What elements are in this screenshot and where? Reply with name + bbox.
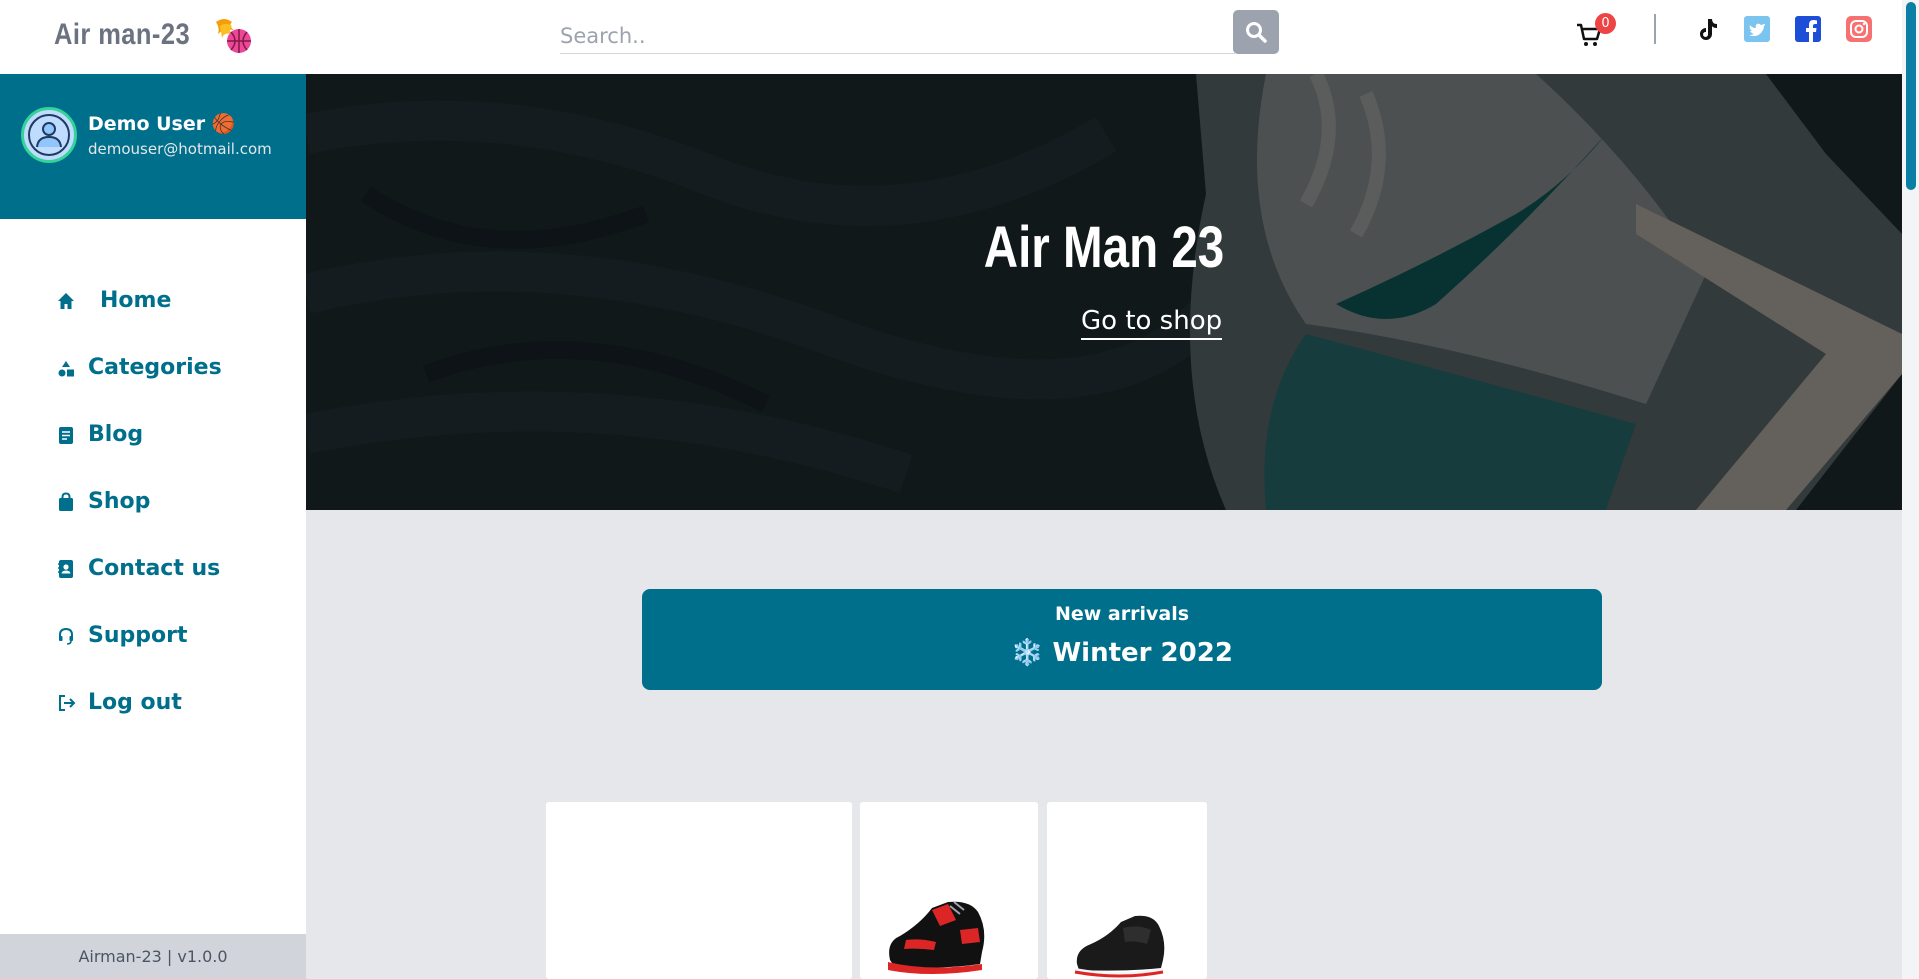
instagram-icon[interactable] bbox=[1846, 16, 1872, 42]
sidebar-item-categories[interactable]: Categories bbox=[0, 335, 306, 402]
blog-icon bbox=[59, 427, 73, 444]
sidebar-item-label: Home bbox=[100, 288, 172, 313]
product-card[interactable] bbox=[860, 802, 1038, 979]
sidebar-item-label: Support bbox=[88, 623, 188, 648]
user-name: Demo User 🏀 bbox=[88, 113, 236, 135]
arrivals-subtitle: New arrivals bbox=[1054, 603, 1190, 625]
product-card[interactable] bbox=[1047, 802, 1207, 979]
twitter-icon[interactable] bbox=[1744, 16, 1770, 42]
brand-name: Air man-23 bbox=[54, 18, 191, 51]
sidebar-nav: Home Categories Blog Shop Contact us Sup… bbox=[0, 268, 306, 737]
sidebar-item-logout[interactable]: Log out bbox=[0, 670, 306, 737]
sidebar-item-home[interactable]: Home bbox=[0, 268, 306, 335]
avatar[interactable] bbox=[21, 107, 77, 163]
search-bar bbox=[560, 10, 1279, 54]
user-email: demouser@hotmail.com bbox=[88, 140, 272, 158]
sidebar-item-label: Log out bbox=[88, 690, 182, 715]
sidebar-item-support[interactable]: Support bbox=[0, 603, 306, 670]
product-card[interactable] bbox=[546, 802, 852, 979]
hero-sneaker-image bbox=[306, 74, 1902, 510]
sidebar-item-blog[interactable]: Blog bbox=[0, 402, 306, 469]
search-icon bbox=[1246, 22, 1267, 43]
user-icon bbox=[28, 114, 70, 156]
sidebar-item-shop[interactable]: Shop bbox=[0, 469, 306, 536]
cart-button[interactable]: 0 bbox=[1575, 13, 1616, 48]
hero-banner: Air Man 23 Go to shop bbox=[306, 74, 1902, 510]
arrivals-title: ❄️ Winter 2022 bbox=[1011, 638, 1233, 668]
categories-icon bbox=[58, 361, 74, 377]
sidebar: Demo User 🏀 demouser@hotmail.com Home Ca… bbox=[0, 74, 306, 979]
go-to-shop-link[interactable]: Go to shop bbox=[1081, 306, 1223, 340]
sidebar-item-label: Shop bbox=[88, 489, 151, 514]
black-sneaker-image bbox=[1074, 915, 1165, 978]
cart-count-badge: 0 bbox=[1595, 13, 1616, 34]
tiktok-icon[interactable] bbox=[1694, 16, 1720, 42]
search-input[interactable] bbox=[560, 18, 1235, 54]
flaming-basketball-logo bbox=[216, 19, 252, 53]
facebook-icon[interactable] bbox=[1795, 16, 1821, 42]
support-icon bbox=[59, 627, 73, 645]
sidebar-item-label: Contact us bbox=[88, 556, 221, 581]
search-button[interactable] bbox=[1233, 10, 1279, 54]
version-footer: Airman-23 | v1.0.0 bbox=[0, 934, 306, 979]
logout-icon bbox=[59, 695, 76, 711]
home-icon bbox=[58, 293, 74, 309]
scrollbar-thumb[interactable] bbox=[1906, 2, 1916, 190]
new-arrivals-banner[interactable]: New arrivals ❄️ Winter 2022 bbox=[642, 589, 1602, 690]
red-black-sneaker-image bbox=[888, 901, 985, 974]
user-profile-panel: Demo User 🏀 demouser@hotmail.com bbox=[0, 74, 306, 219]
contact-icon bbox=[58, 560, 73, 578]
sidebar-item-label: Categories bbox=[88, 355, 222, 380]
shop-bag-icon bbox=[59, 492, 73, 511]
sidebar-item-label: Blog bbox=[88, 422, 144, 447]
page-scrollbar[interactable] bbox=[1902, 0, 1919, 979]
hero-title: Air Man 23 bbox=[983, 215, 1225, 280]
navbar-divider bbox=[1654, 14, 1656, 44]
top-navbar: Air man-23 0 bbox=[0, 0, 1902, 74]
sidebar-item-contact[interactable]: Contact us bbox=[0, 536, 306, 603]
brand[interactable]: Air man-23 bbox=[54, 12, 256, 58]
